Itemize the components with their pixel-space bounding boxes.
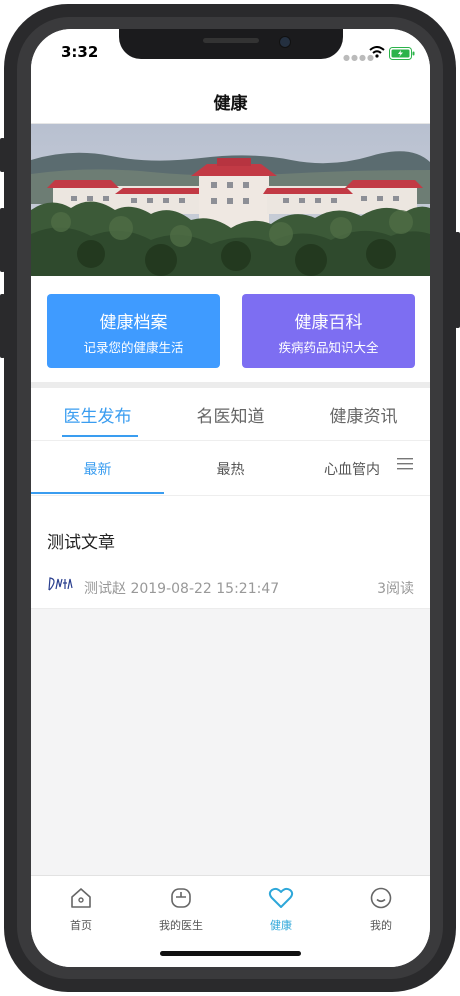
page-title: 健康 [213, 94, 248, 114]
subtab-latest[interactable]: 最新 [31, 459, 164, 479]
camera [279, 36, 291, 48]
heart-icon [268, 887, 294, 908]
tabbar-mine[interactable]: 我的 [331, 886, 430, 933]
subtab-cardiology[interactable]: 心血管内 [297, 459, 407, 479]
health-encyclopedia-title: 健康百科 [294, 313, 363, 333]
nav-bar: 健康 [31, 79, 430, 124]
tab-doctor-posts[interactable]: 医生发布 [31, 402, 164, 427]
category-tabs: 最新 最热 心血管内 [31, 441, 430, 495]
main-tabs: 医生发布 名医知道 健康资讯 [31, 388, 430, 441]
quick-cards: 健康档案 记录您的健康生活 健康百科 疾病药品知识大全 [31, 276, 430, 382]
hospital-banner-image[interactable] [31, 124, 430, 276]
notch [119, 29, 343, 59]
tabbar-my-doctor-label: 我的医生 [159, 919, 203, 932]
author-signature-avatar [48, 577, 73, 591]
tabbar-my-doctor[interactable]: 我的医生 [131, 886, 231, 933]
tab-health-news[interactable]: 健康资讯 [297, 402, 430, 427]
article-author: 测试赵 [84, 581, 126, 597]
subtab-hottest[interactable]: 最热 [164, 459, 297, 479]
article-meta: 测试赵 2019-08-22 15:21:47 [84, 578, 279, 598]
health-record-title: 健康档案 [99, 313, 168, 333]
wifi-icon [369, 46, 385, 58]
tab-famous-doctors[interactable]: 名医知道 [164, 402, 297, 427]
list-item[interactable]: 测试文章 测试赵 2019-08-22 15:21:47 3阅读 [31, 496, 430, 609]
health-record-subtitle: 记录您的健康生活 [83, 340, 184, 355]
tab-active-indicator [62, 435, 138, 437]
battery-icon [389, 47, 415, 60]
tabbar-health[interactable]: 健康 [231, 886, 331, 933]
home-icon [71, 888, 91, 908]
article-title: 测试文章 [47, 533, 115, 553]
article-date: 2019-08-22 15:21:47 [130, 581, 280, 597]
subtab-active-indicator [31, 492, 164, 494]
tabbar-mine-label: 我的 [370, 919, 392, 932]
article-read-count: 3阅读 [377, 581, 414, 597]
phone-frame: 3:32 ●●●● 健康 健康档案 记录您的健康生活 健康百科 疾病药品知识大全… [0, 0, 460, 996]
home-indicator[interactable] [160, 951, 301, 956]
health-record-card[interactable]: 健康档案 记录您的健康生活 [47, 294, 220, 368]
tabbar-home-label: 首页 [70, 919, 92, 932]
health-encyclopedia-card[interactable]: 健康百科 疾病药品知识大全 [242, 294, 415, 368]
screen: 3:32 ●●●● 健康 健康档案 记录您的健康生活 健康百科 疾病药品知识大全… [31, 29, 430, 967]
status-time: 3:32 [61, 43, 99, 61]
menu-icon[interactable] [397, 457, 413, 471]
smiley-icon [370, 887, 392, 909]
doctor-icon [171, 888, 191, 908]
tabbar-health-label: 健康 [270, 919, 292, 932]
health-encyclopedia-subtitle: 疾病药品知识大全 [278, 340, 379, 355]
tabbar-home[interactable]: 首页 [31, 886, 131, 933]
